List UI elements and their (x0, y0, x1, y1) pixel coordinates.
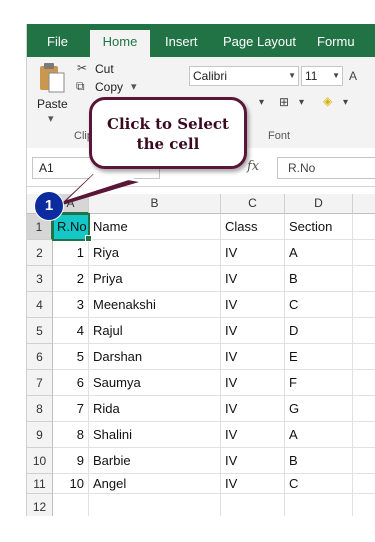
row-header-10[interactable]: 10 (27, 448, 53, 474)
cell-b9[interactable]: Shalini (89, 422, 221, 448)
callout-line-1: Click to Select (107, 115, 229, 133)
cell-d10[interactable]: B (285, 448, 353, 474)
borders-icon[interactable]: ⊞ (279, 95, 289, 109)
instruction-callout: Click to Select the cell (89, 97, 247, 169)
cell-d5[interactable]: D (285, 318, 353, 344)
cell-b6[interactable]: Darshan (89, 344, 221, 370)
tab-formulas[interactable]: Formu (317, 24, 355, 57)
cell-e11[interactable] (353, 474, 375, 494)
increase-font-icon[interactable]: A (349, 69, 357, 83)
font-size-value: 11 (305, 69, 318, 83)
fill-color-icon[interactable]: ◈ (323, 94, 332, 108)
cell-c2[interactable]: IV (221, 240, 285, 266)
step-number-badge: 1 (34, 191, 64, 221)
cell-d9[interactable]: A (285, 422, 353, 448)
cell-c3[interactable]: IV (221, 266, 285, 292)
insert-function-icon[interactable]: fx (247, 159, 259, 174)
cell-e3[interactable] (353, 266, 375, 292)
font-name-box[interactable]: Calibri ▼ (189, 66, 299, 86)
borders-dropdown-icon[interactable]: ▾ (299, 97, 304, 108)
cell-d6[interactable]: E (285, 344, 353, 370)
font-name-value: Calibri (193, 69, 228, 83)
cell-d2[interactable]: A (285, 240, 353, 266)
cell-b3[interactable]: Priya (89, 266, 221, 292)
cell-d3[interactable]: B (285, 266, 353, 292)
cell-c5[interactable]: IV (221, 318, 285, 344)
row-header-6[interactable]: 6 (27, 344, 53, 370)
formula-input[interactable]: R.No (277, 157, 375, 179)
cell-c7[interactable]: IV (221, 370, 285, 396)
cell-c11[interactable]: IV (221, 474, 285, 494)
cell-e10[interactable] (353, 448, 375, 474)
cell-b5[interactable]: Rajul (89, 318, 221, 344)
tab-page-layout[interactable]: Page Layout (223, 24, 296, 57)
cell-e4[interactable] (353, 292, 375, 318)
column-header-e[interactable] (353, 194, 375, 214)
font-group-label: Font (268, 130, 291, 142)
row-header-7[interactable]: 7 (27, 370, 53, 396)
cell-a12[interactable] (53, 494, 89, 516)
cell-e6[interactable] (353, 344, 375, 370)
cell-b8[interactable]: Rida (89, 396, 221, 422)
cell-a4[interactable]: 3 (53, 292, 89, 318)
chevron-down-icon[interactable]: ▼ (288, 67, 296, 85)
cell-c9[interactable]: IV (221, 422, 285, 448)
cell-c10[interactable]: IV (221, 448, 285, 474)
chevron-down-icon[interactable]: ▼ (332, 67, 340, 85)
row-header-8[interactable]: 8 (27, 396, 53, 422)
row-header-3[interactable]: 3 (27, 266, 53, 292)
cell-d1[interactable]: Section (285, 214, 353, 240)
cell-d7[interactable]: F (285, 370, 353, 396)
cell-a3[interactable]: 2 (53, 266, 89, 292)
cell-e8[interactable] (353, 396, 375, 422)
row-header-5[interactable]: 5 (27, 318, 53, 344)
cell-d12[interactable] (285, 494, 353, 516)
cell-a11[interactable]: 10 (53, 474, 89, 494)
row-header-4[interactable]: 4 (27, 292, 53, 318)
row-header-11[interactable]: 11 (27, 474, 53, 494)
row-header-9[interactable]: 9 (27, 422, 53, 448)
cell-c8[interactable]: IV (221, 396, 285, 422)
cell-b2[interactable]: Riya (89, 240, 221, 266)
cell-e1[interactable] (353, 214, 375, 240)
cell-c12[interactable] (221, 494, 285, 516)
cell-a10[interactable]: 9 (53, 448, 89, 474)
cell-e7[interactable] (353, 370, 375, 396)
tab-insert[interactable]: Insert (165, 24, 198, 57)
column-header-c[interactable]: C (221, 194, 285, 214)
cell-c6[interactable]: IV (221, 344, 285, 370)
cell-d8[interactable]: G (285, 396, 353, 422)
column-header-d[interactable]: D (285, 194, 353, 214)
cell-b11[interactable]: Angel (89, 474, 221, 494)
cell-a9[interactable]: 8 (53, 422, 89, 448)
cell-e5[interactable] (353, 318, 375, 344)
callout-text: Click to Select the cell (92, 114, 244, 154)
cell-e2[interactable] (353, 240, 375, 266)
font-size-box[interactable]: 11 ▼ (301, 66, 343, 86)
cell-b12[interactable] (89, 494, 221, 516)
cell-a7[interactable]: 6 (53, 370, 89, 396)
cell-a8[interactable]: 7 (53, 396, 89, 422)
cell-a5[interactable]: 4 (53, 318, 89, 344)
cell-b4[interactable]: Meenakshi (89, 292, 221, 318)
cell-c1[interactable]: Class (221, 214, 285, 240)
row-header-2[interactable]: 2 (27, 240, 53, 266)
cell-b10[interactable]: Barbie (89, 448, 221, 474)
cell-e12[interactable] (353, 494, 375, 516)
cell-a6[interactable]: 5 (53, 344, 89, 370)
cell-a2[interactable]: 1 (53, 240, 89, 266)
excel-window: File Home Insert Page Layout Formu Paste… (26, 24, 375, 516)
row-header-12[interactable]: 12 (27, 494, 53, 516)
cell-d4[interactable]: C (285, 292, 353, 318)
cell-b7[interactable]: Saumya (89, 370, 221, 396)
cell-d11[interactable]: C (285, 474, 353, 494)
underline-dropdown-icon[interactable]: ▾ (259, 97, 264, 108)
cell-c4[interactable]: IV (221, 292, 285, 318)
fill-color-dropdown-icon[interactable]: ▾ (343, 97, 348, 108)
fill-handle[interactable] (85, 235, 92, 242)
cell-e9[interactable] (353, 422, 375, 448)
callout-line-2: the cell (136, 135, 200, 153)
